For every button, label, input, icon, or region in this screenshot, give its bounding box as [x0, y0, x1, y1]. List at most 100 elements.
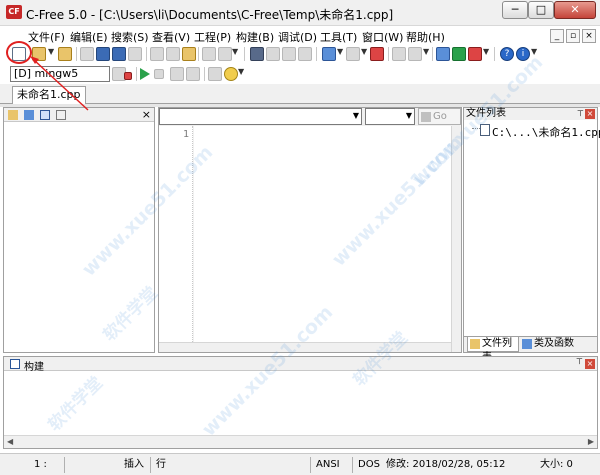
window-close-icon[interactable]	[468, 47, 482, 61]
sort-az-icon[interactable]	[8, 110, 18, 120]
percent-icon[interactable]	[346, 47, 360, 61]
print-icon[interactable]	[128, 47, 142, 61]
mdi-close-button[interactable]: ×	[582, 29, 596, 43]
status-separator	[64, 457, 65, 473]
tab-file-list[interactable]: 文件列表	[467, 337, 519, 363]
redo-dropdown-icon[interactable]: ▼	[232, 47, 238, 56]
file-list-tabs: 文件列表 类及函数	[464, 336, 597, 363]
pin-icon[interactable]: ⊤	[576, 357, 583, 366]
format-icon[interactable]	[322, 47, 336, 61]
build-horizontal-scrollbar[interactable]: ◀ ▶	[4, 435, 597, 448]
percent-dropdown-icon[interactable]: ▼	[361, 47, 367, 56]
file-list-close-icon[interactable]: ×	[585, 109, 595, 119]
toolbar-separator	[432, 47, 433, 61]
toolbar-separator	[244, 47, 245, 61]
find-next-icon[interactable]	[266, 47, 280, 61]
toolbar-separator	[146, 47, 147, 61]
view-mode-icon[interactable]	[40, 110, 50, 120]
folder-icon	[470, 339, 480, 349]
undo-icon[interactable]	[202, 47, 216, 61]
mdi-minimize-button[interactable]: _	[550, 29, 564, 43]
build-panel-header: 构建 ⊤ ×	[4, 357, 597, 373]
file-tab[interactable]: 未命名1.cpp	[12, 86, 86, 104]
menu-tools[interactable]: 工具(T)	[320, 29, 357, 45]
menu-file[interactable]: 文件(F)	[28, 29, 65, 45]
scroll-right-icon[interactable]: ▶	[588, 437, 594, 446]
open-folder-icon[interactable]	[32, 47, 46, 61]
status-bar: 1 : 插入 行 ANSI DOS 修改: 2018/02/28, 05:12 …	[0, 453, 600, 475]
menu-debug[interactable]: 调试(D)	[278, 29, 317, 45]
help-icon[interactable]: ?	[500, 47, 514, 61]
menu-bar: 文件(F) 编辑(E) 搜索(S) 查看(V) 工程(P) 构建(B) 调试(D…	[0, 26, 600, 44]
go-button[interactable]: Go	[418, 108, 461, 125]
go-icon	[421, 112, 431, 122]
status-row: 行	[156, 459, 166, 470]
title-bar: CF C-Free 5.0 - [C:\Users\li\Documents\C…	[0, 0, 600, 26]
menu-edit[interactable]: 编辑(E)	[70, 29, 108, 45]
go-label: Go	[433, 111, 447, 122]
tab-classes-functions[interactable]: 类及函数	[520, 337, 574, 352]
compiler-error-icon	[124, 72, 132, 80]
main-toolbar: ▼ ▼ ▼ ▼ ▼ ▼ ? i ▼	[0, 44, 600, 64]
menu-build[interactable]: 构建(B)	[236, 29, 274, 45]
build-panel-close-icon[interactable]: ×	[585, 359, 595, 369]
close-file-icon[interactable]	[80, 47, 94, 61]
menu-search[interactable]: 搜索(S)	[111, 29, 149, 45]
sort-type-icon[interactable]	[24, 110, 34, 120]
window-title: C-Free 5.0 - [C:\Users\li\Documents\C-Fr…	[26, 8, 394, 22]
save-all-icon[interactable]	[112, 47, 126, 61]
menu-view[interactable]: 查看(V)	[152, 29, 190, 45]
paste-icon[interactable]	[182, 47, 196, 61]
toolbar-separator	[76, 47, 77, 61]
scope-combo[interactable]: ▼	[159, 108, 362, 125]
toolbar-separator	[494, 47, 495, 61]
open-dropdown-icon[interactable]: ▼	[48, 47, 54, 56]
menu-project[interactable]: 工程(P)	[194, 29, 231, 45]
compile-icon[interactable]	[170, 67, 184, 81]
run-icon[interactable]	[140, 68, 150, 80]
window-tile-icon[interactable]	[436, 47, 450, 61]
cut-icon[interactable]	[150, 47, 164, 61]
scroll-left-icon[interactable]: ◀	[7, 437, 13, 446]
compiler-select[interactable]: [D] mingw5	[10, 66, 110, 82]
stop-tool-icon[interactable]	[370, 47, 384, 61]
redo-icon[interactable]	[218, 47, 232, 61]
format-dropdown-icon[interactable]: ▼	[337, 47, 343, 56]
pin-icon[interactable]: ⊤	[577, 108, 584, 120]
minimize-button[interactable]: ─	[502, 1, 528, 19]
function-combo[interactable]: ▼	[365, 108, 415, 125]
mdi-controls: _ ▫ ×	[548, 28, 596, 43]
window-dropdown-icon[interactable]: ▼	[483, 47, 489, 56]
build-panel-title: 构建	[24, 362, 44, 373]
forward-icon[interactable]	[408, 47, 422, 61]
open-project-icon[interactable]	[58, 47, 72, 61]
find-prev-icon[interactable]	[282, 47, 296, 61]
toolbar-separator	[204, 67, 205, 81]
file-list-entry[interactable]: C:\...\未命名1.cpp	[492, 124, 600, 140]
menu-window[interactable]: 窗口(W)	[362, 29, 403, 45]
window-cascade-icon[interactable]	[452, 47, 466, 61]
maximize-button[interactable]: □	[528, 1, 554, 19]
status-line-col: 1 :	[34, 459, 47, 470]
chevron-down-icon: ▼	[405, 111, 412, 120]
find-icon[interactable]	[250, 47, 264, 61]
replace-icon[interactable]	[298, 47, 312, 61]
close-button[interactable]: ✕	[554, 1, 596, 19]
left-panel-close-icon[interactable]: ×	[142, 108, 151, 121]
mdi-restore-button[interactable]: ▫	[566, 29, 580, 43]
debug-dropdown-icon[interactable]: ▼	[238, 67, 244, 76]
menu-help[interactable]: 帮助(H)	[406, 29, 445, 45]
breakpoint-icon[interactable]	[224, 67, 238, 81]
back-icon[interactable]	[392, 47, 406, 61]
copy-icon[interactable]	[166, 47, 180, 61]
navigate-dropdown-icon[interactable]: ▼	[423, 47, 429, 56]
debug-icon[interactable]	[208, 67, 222, 81]
line-number: 1	[183, 129, 190, 140]
class-icon	[522, 339, 532, 349]
save-icon[interactable]	[96, 47, 110, 61]
stop-icon[interactable]	[154, 69, 164, 79]
status-line-ending: DOS	[358, 459, 380, 470]
toolbar-separator	[316, 47, 317, 61]
build-icon[interactable]	[186, 67, 200, 81]
view-list-icon[interactable]	[56, 110, 66, 120]
